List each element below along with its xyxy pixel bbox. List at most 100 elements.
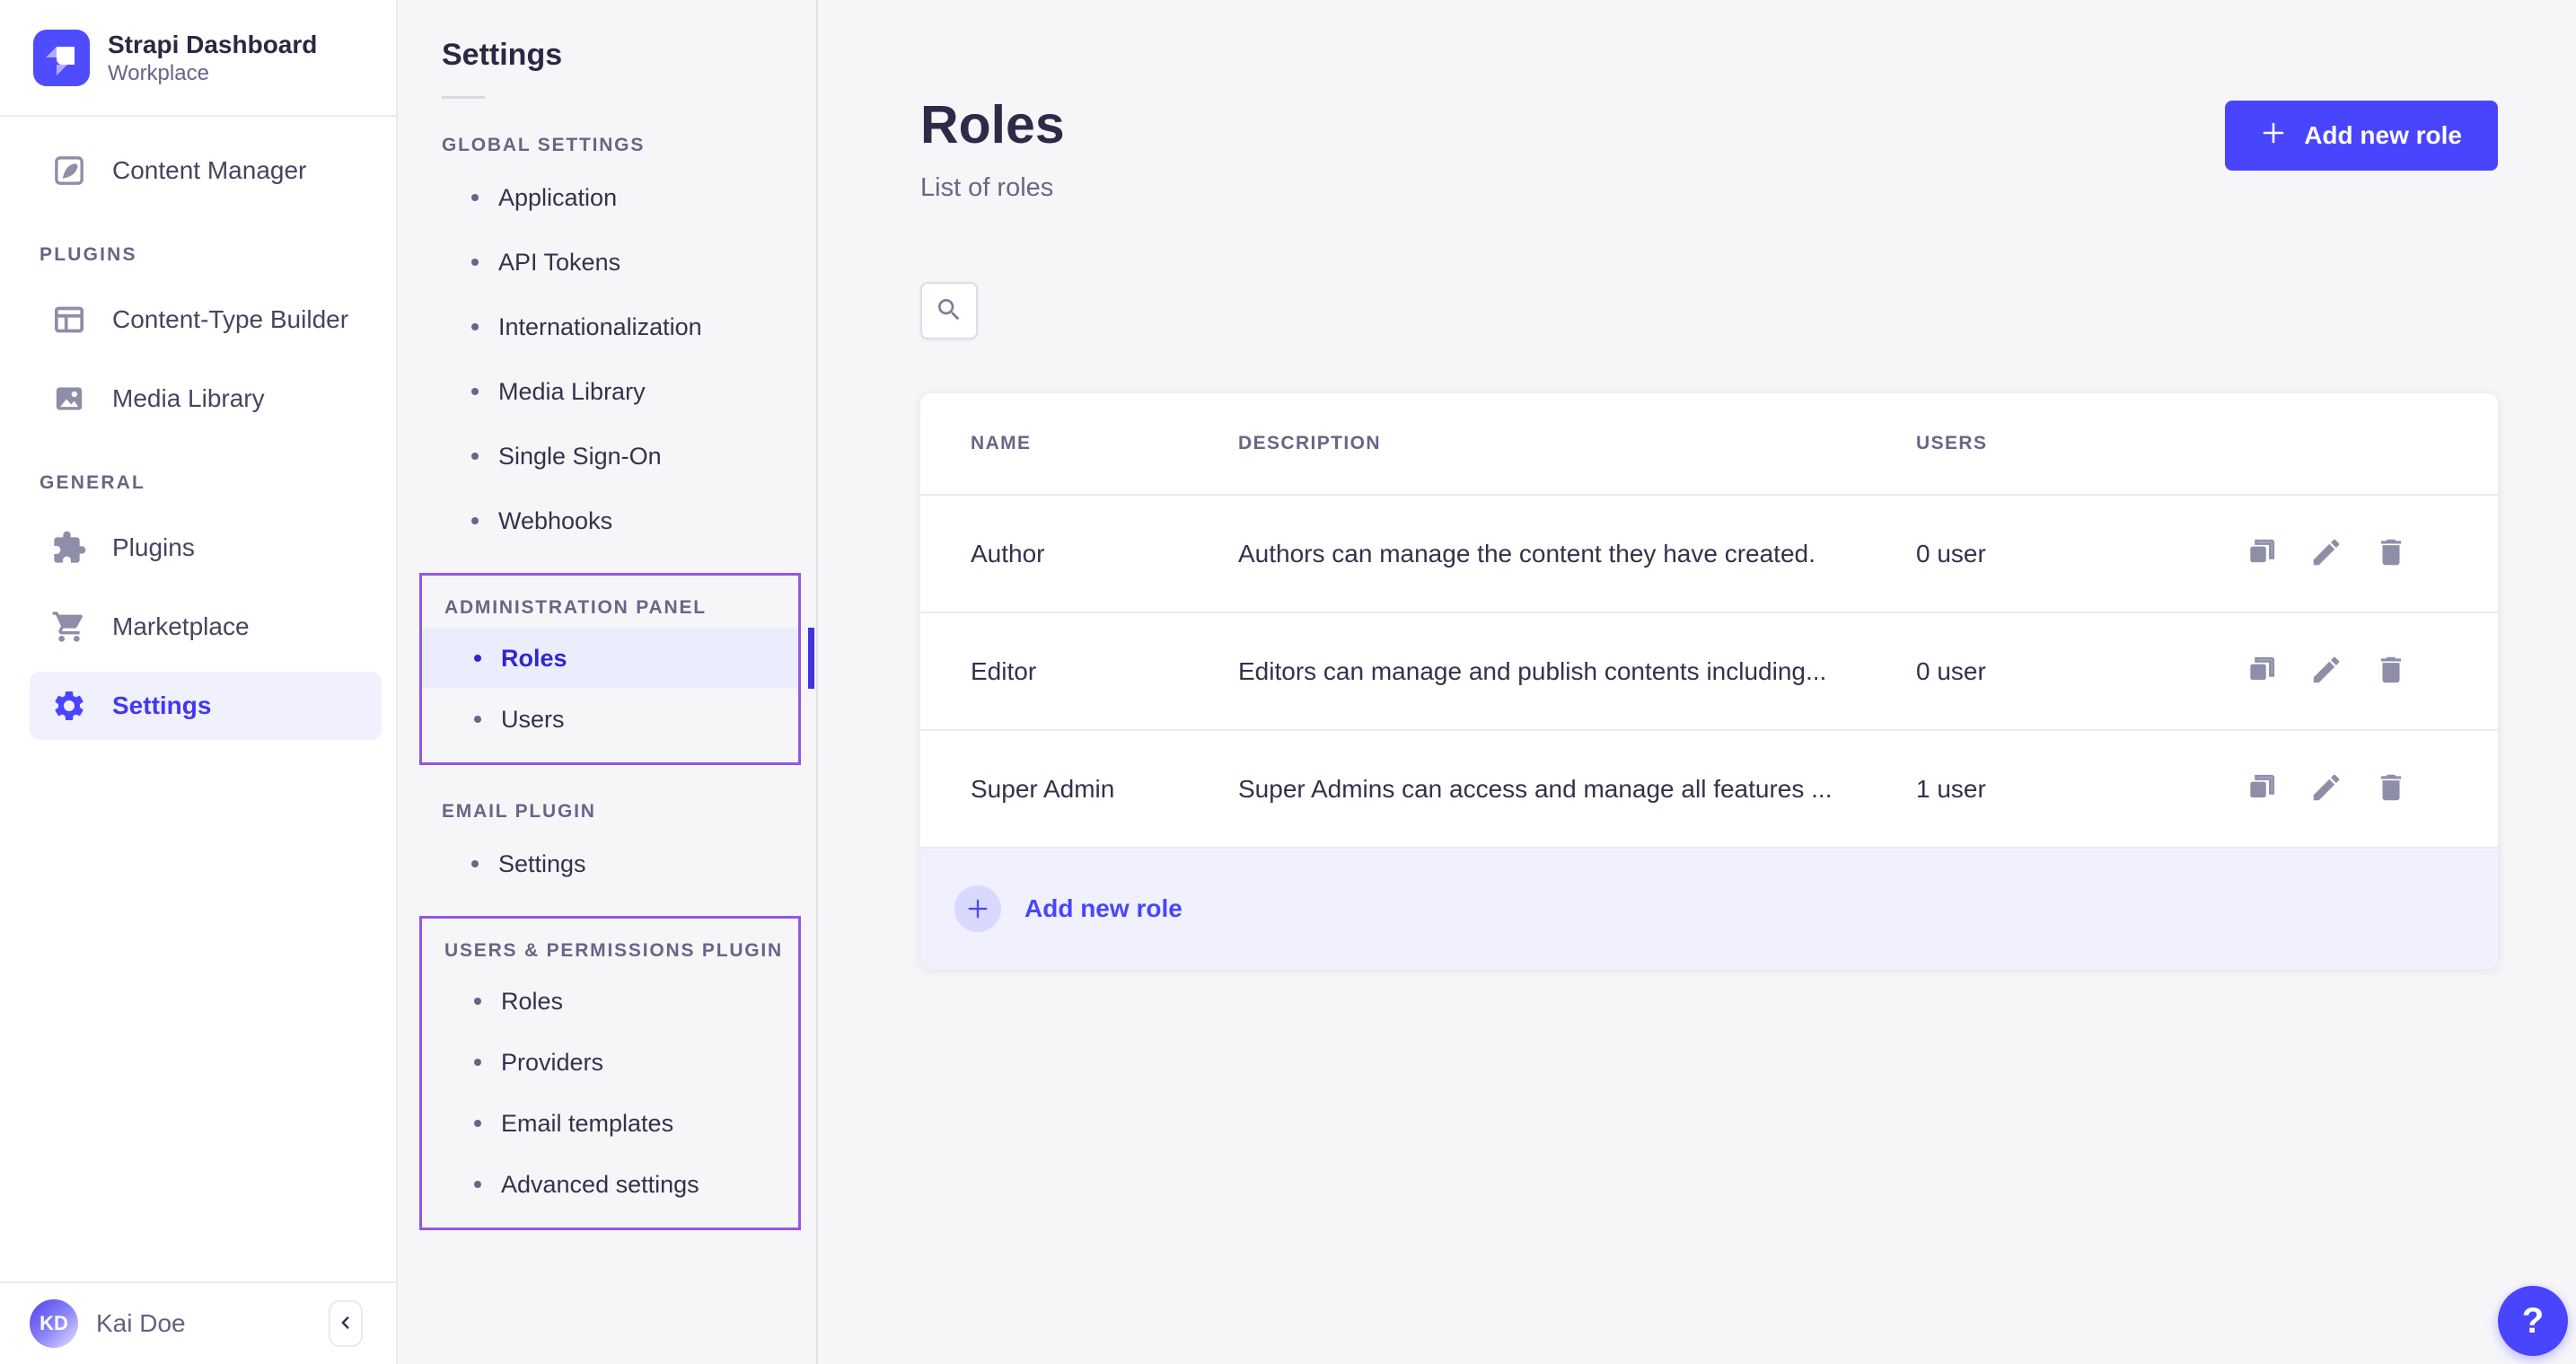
- bullet-icon: [474, 1120, 481, 1127]
- edit-pencil-icon: [2309, 653, 2343, 690]
- subnav-item-webhooks[interactable]: Webhooks: [398, 488, 816, 553]
- question-mark-icon: ?: [2522, 1301, 2544, 1342]
- subnav-item-label: Settings: [498, 850, 586, 878]
- sidebar-section-general: GENERAL: [0, 472, 396, 494]
- subnav-title-divider: [442, 96, 485, 99]
- add-new-role-button[interactable]: Add new role: [2225, 101, 2498, 171]
- workspace-brand[interactable]: Strapi Dashboard Workplace: [0, 0, 396, 117]
- sidebar-section-plugins: PLUGINS: [0, 244, 396, 266]
- settings-subnav: Settings GLOBAL SETTINGS Application API…: [398, 0, 818, 1364]
- table-row-super-admin[interactable]: Super Admin Super Admins can access and …: [920, 731, 2498, 849]
- annotation-box-administration-panel: ADMINISTRATION PANEL Roles Users: [419, 573, 801, 765]
- table-footer-add-new-role[interactable]: Add new role: [920, 849, 2498, 969]
- column-header-name: NAME: [971, 433, 1238, 454]
- workspace-subtitle: Workplace: [108, 60, 317, 87]
- bullet-icon: [471, 323, 479, 330]
- sidebar-item-label: Media Library: [112, 384, 265, 413]
- sidebar-item-content-type-builder[interactable]: Content-Type Builder: [0, 286, 380, 354]
- search-button[interactable]: [920, 282, 978, 339]
- sidebar-item-settings[interactable]: Settings: [30, 672, 382, 740]
- bullet-icon: [474, 655, 481, 662]
- bullet-icon: [474, 998, 481, 1005]
- trash-icon: [2374, 770, 2408, 807]
- trash-icon: [2374, 653, 2408, 690]
- duplicate-role-button[interactable]: [2245, 770, 2279, 807]
- delete-role-button[interactable]: [2374, 653, 2408, 690]
- sidebar-item-plugins[interactable]: Plugins: [0, 514, 380, 582]
- edit-role-button[interactable]: [2309, 770, 2343, 807]
- user-avatar[interactable]: KD: [30, 1299, 78, 1348]
- subnav-item-admin-users[interactable]: Users: [422, 689, 798, 750]
- sidebar-item-label: Marketplace: [112, 612, 250, 641]
- subnav-item-up-providers[interactable]: Providers: [422, 1032, 798, 1093]
- subnav-section-users-permissions: USERS & PERMISSIONS PLUGIN: [444, 940, 798, 962]
- edit-pencil-icon: [2309, 535, 2343, 572]
- subnav-item-email-settings[interactable]: Settings: [398, 832, 816, 896]
- subnav-item-media-library[interactable]: Media Library: [398, 359, 816, 424]
- table-row-editor[interactable]: Editor Editors can manage and publish co…: [920, 613, 2498, 731]
- subnav-item-label: Single Sign-On: [498, 443, 662, 471]
- sidebar-footer: KD Kai Doe: [0, 1281, 396, 1364]
- sidebar-nav: Content Manager PLUGINS Content-Type Bui…: [0, 117, 396, 740]
- duplicate-role-button[interactable]: [2245, 535, 2279, 572]
- table-row-author[interactable]: Author Authors can manage the content th…: [920, 496, 2498, 613]
- edit-role-button[interactable]: [2309, 653, 2343, 690]
- main-content: Roles List of roles Add new role: [818, 0, 2576, 1364]
- media-library-icon: [49, 381, 89, 417]
- subnav-item-label: API Tokens: [498, 249, 620, 277]
- subnav-section-email-plugin: EMAIL PLUGIN: [442, 801, 816, 823]
- search-icon: [935, 295, 963, 327]
- settings-gear-icon: [49, 688, 89, 724]
- role-description: Authors can manage the content they have…: [1238, 540, 1916, 568]
- subnav-item-single-sign-on[interactable]: Single Sign-On: [398, 424, 816, 488]
- subnav-item-up-email-templates[interactable]: Email templates: [422, 1093, 798, 1154]
- plus-icon: [2261, 120, 2286, 152]
- collapse-sidebar-button[interactable]: [329, 1300, 363, 1347]
- subnav-item-application[interactable]: Application: [398, 165, 816, 230]
- bullet-icon: [471, 259, 479, 266]
- content-manager-icon: [49, 153, 89, 189]
- subnav-title: Settings: [442, 38, 816, 73]
- sidebar-item-marketplace[interactable]: Marketplace: [0, 593, 380, 661]
- sidebar-item-content-manager[interactable]: Content Manager: [0, 136, 380, 205]
- delete-role-button[interactable]: [2374, 535, 2408, 572]
- subnav-item-up-advanced-settings[interactable]: Advanced settings: [422, 1154, 798, 1215]
- column-header-description: DESCRIPTION: [1238, 433, 1916, 454]
- trash-icon: [2374, 535, 2408, 572]
- sidebar-item-media-library[interactable]: Media Library: [0, 365, 380, 433]
- bullet-icon: [471, 453, 479, 460]
- column-header-users: USERS: [1916, 433, 2408, 454]
- bullet-icon: [474, 1181, 481, 1188]
- subnav-item-label: Webhooks: [498, 507, 612, 535]
- roles-table-card: NAME DESCRIPTION USERS Author Authors ca…: [920, 393, 2498, 969]
- sidebar-item-label: Content Manager: [112, 156, 306, 185]
- subnav-item-label: Media Library: [498, 378, 646, 406]
- duplicate-icon: [2245, 535, 2279, 572]
- subnav-item-label: Roles: [501, 988, 563, 1016]
- subnav-item-admin-roles[interactable]: Roles: [422, 628, 798, 689]
- edit-pencil-icon: [2309, 770, 2343, 807]
- role-name: Author: [971, 540, 1238, 568]
- bullet-icon: [471, 860, 479, 867]
- subnav-item-api-tokens[interactable]: API Tokens: [398, 230, 816, 295]
- subnav-section-global-settings: GLOBAL SETTINGS: [442, 135, 816, 156]
- delete-role-button[interactable]: [2374, 770, 2408, 807]
- bullet-icon: [474, 716, 481, 723]
- subnav-item-up-roles[interactable]: Roles: [422, 971, 798, 1032]
- role-name: Editor: [971, 657, 1238, 686]
- subnav-item-internationalization[interactable]: Internationalization: [398, 295, 816, 359]
- subnav-item-label: Email templates: [501, 1110, 673, 1138]
- subnav-item-label: Advanced settings: [501, 1171, 699, 1199]
- edit-role-button[interactable]: [2309, 535, 2343, 572]
- plus-circle-icon: [954, 885, 1001, 932]
- bullet-icon: [474, 1059, 481, 1066]
- content-type-builder-icon: [49, 302, 89, 338]
- duplicate-role-button[interactable]: [2245, 653, 2279, 690]
- subnav-item-label: Application: [498, 184, 617, 212]
- duplicate-icon: [2245, 653, 2279, 690]
- main-sidebar: Strapi Dashboard Workplace Content Manag…: [0, 0, 398, 1364]
- role-users-count: 1 user: [1916, 775, 2245, 804]
- help-button[interactable]: ?: [2498, 1286, 2568, 1356]
- subnav-item-label: Users: [501, 706, 565, 734]
- page-subtitle: List of roles: [920, 173, 1065, 203]
